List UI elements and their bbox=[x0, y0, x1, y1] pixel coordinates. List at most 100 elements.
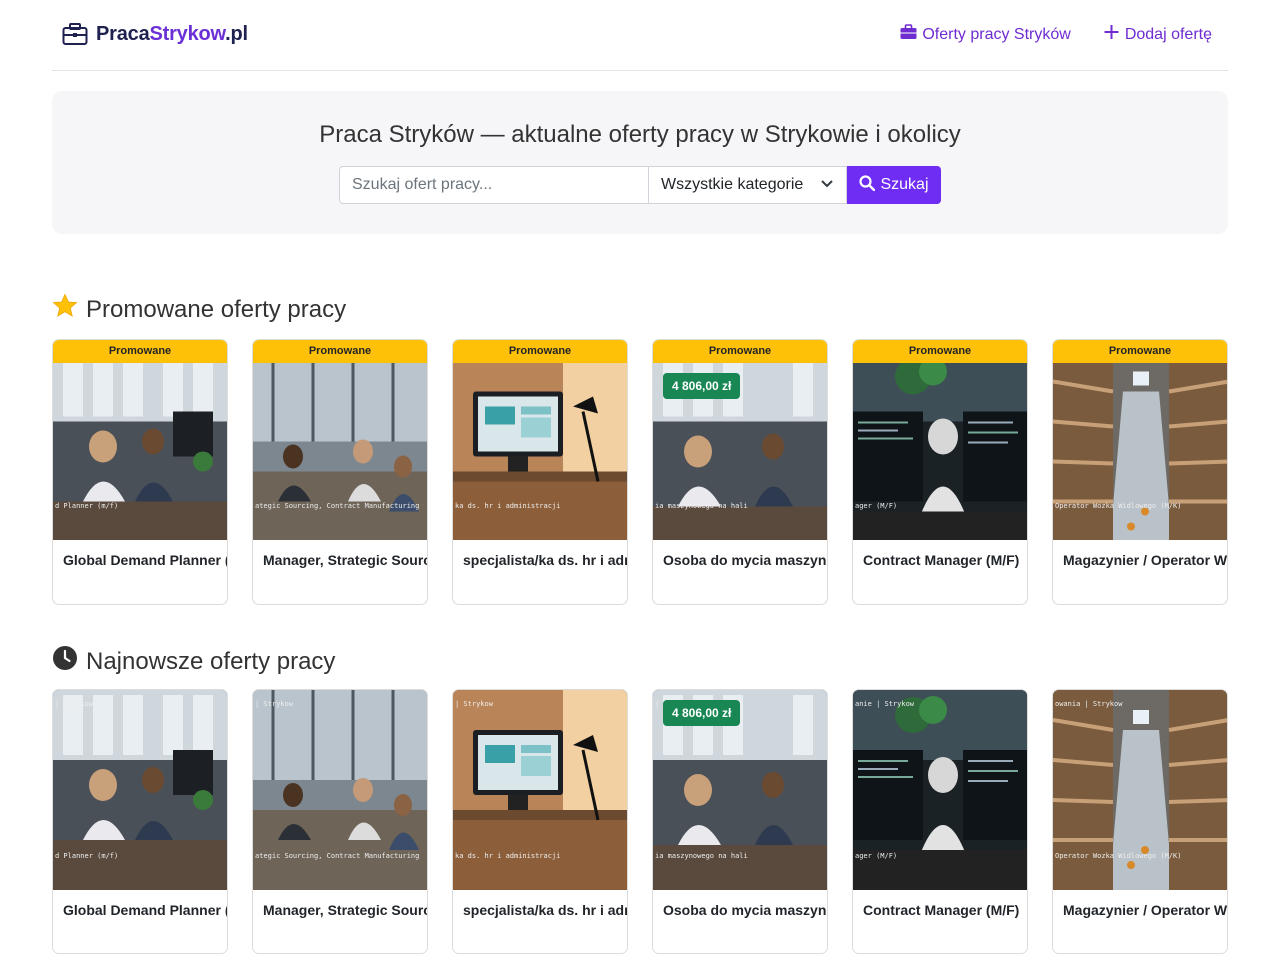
offer-title-link[interactable]: Manager, Strategic Sourcing, Contract Ma… bbox=[253, 890, 427, 930]
briefcase-icon bbox=[900, 24, 917, 45]
brand-part-3: .pl bbox=[225, 22, 248, 45]
search-icon bbox=[859, 174, 876, 196]
offer-thumbnail[interactable]: owania | Strykow Operator Wozka Widlowego… bbox=[1053, 690, 1227, 890]
search-button-label: Szukaj bbox=[880, 176, 929, 193]
thumbnail-caption: d Planner (m/f) bbox=[55, 502, 119, 510]
plus-icon bbox=[1103, 24, 1120, 45]
thumbnail-caption: d Planner (m/f) bbox=[55, 852, 119, 860]
offer-title-link[interactable]: Contract Manager (M/F) bbox=[853, 540, 1027, 580]
offer-thumbnail[interactable]: Operator Wozka Widlowego (M/K) bbox=[1053, 363, 1227, 540]
thumbnail-caption: ia maszynowego na hali bbox=[655, 502, 748, 510]
thumbnail-caption: Operator Wozka Widlowego (M/K) bbox=[1055, 502, 1182, 510]
offer-image bbox=[453, 363, 627, 540]
thumbnail-caption: ia maszynowego na hali bbox=[655, 852, 748, 860]
offer-title-link[interactable]: Global Demand Planner (m/f) bbox=[53, 540, 227, 580]
offer-image bbox=[453, 690, 627, 890]
promoted-offer-card[interactable]: Promowane ka ds. hr i administracji specj… bbox=[452, 339, 628, 605]
offer-thumbnail[interactable]: d Planner (m/f) bbox=[53, 363, 227, 540]
brand-part-2: Strykow bbox=[149, 22, 226, 45]
promoted-offers-list: Promowane d Planner (m/f) Global Demand P… bbox=[52, 339, 1228, 605]
offer-title-link[interactable]: Contract Manager (M/F) bbox=[853, 890, 1027, 930]
promoted-offer-card[interactable]: Promowane ategic Sourcing, Contract Manu… bbox=[252, 339, 428, 605]
latest-offer-card[interactable]: | Strykow ka ds. hr i administracji specja… bbox=[452, 689, 628, 954]
hero-search-panel: Praca Stryków — aktualne oferty pracy w … bbox=[52, 91, 1228, 234]
nav-job-offers-label: Oferty pracy Stryków bbox=[922, 25, 1071, 43]
briefcase-logo-icon bbox=[62, 22, 88, 46]
latest-title-text: Najnowsze oferty pracy bbox=[86, 647, 336, 675]
offer-image bbox=[53, 690, 227, 890]
thumbnail-caption: ategic Sourcing, Contract Manufacturing bbox=[255, 852, 420, 860]
thumbnail-caption: ager (M/F) bbox=[855, 852, 898, 860]
latest-offer-card[interactable]: | Strykow d Planner (m/f) Global Demand Pl… bbox=[52, 689, 228, 954]
offer-image bbox=[1053, 363, 1227, 540]
offer-thumbnail[interactable]: ia maszynowego na hali 4 806,00 zł bbox=[653, 363, 827, 540]
offer-image bbox=[253, 690, 427, 890]
promoted-offer-card[interactable]: Promowane ia maszynowego na hali 4 806,00… bbox=[652, 339, 828, 605]
offer-thumbnail[interactable]: anie | Strykow ager (M/F) bbox=[853, 690, 1027, 890]
offer-title-link[interactable]: Magazynier / Operator Wózka Widłowego (M… bbox=[1053, 540, 1227, 580]
search-input[interactable] bbox=[339, 166, 648, 204]
offer-thumbnail[interactable]: | Strykowia maszynowego na hali4 806,00 … bbox=[653, 690, 827, 890]
navbar: PracaStrykow.pl Oferty pracy Stryków Dod… bbox=[52, 0, 1228, 71]
category-select[interactable]: Wszystkie kategorie bbox=[648, 166, 847, 204]
nav-links: Oferty pracy Stryków Dodaj ofertę bbox=[900, 24, 1212, 45]
promoted-offer-card[interactable]: Promowane Operator Wozka Widlowego (M/K)… bbox=[1052, 339, 1228, 605]
thumbnail-location-caption: anie | Strykow bbox=[855, 700, 915, 708]
promoted-title-text: Promowane oferty pracy bbox=[86, 295, 347, 323]
offer-image bbox=[1053, 690, 1227, 890]
offer-image bbox=[53, 363, 227, 540]
brand-part-1: Praca bbox=[96, 22, 150, 45]
thumbnail-caption: Operator Wozka Widlowego (M/K) bbox=[1055, 852, 1182, 860]
thumbnail-location-caption: owania | Strykow bbox=[1055, 700, 1123, 708]
category-select-value: Wszystkie kategorie bbox=[661, 176, 804, 193]
salary-badge: 4 806,00 zł bbox=[663, 700, 741, 726]
promoted-badge: Promowane bbox=[453, 340, 627, 363]
promoted-badge: Promowane bbox=[1053, 340, 1227, 363]
salary-badge: 4 806,00 zł bbox=[663, 373, 741, 399]
clock-icon bbox=[52, 645, 78, 678]
offer-title-link[interactable]: Osoba do mycia maszynowego na hali bbox=[653, 540, 827, 580]
thumbnail-location-caption: | Strykow bbox=[255, 700, 293, 708]
thumbnail-caption: ka ds. hr i administracji bbox=[455, 502, 561, 510]
latest-offers-list: | Strykow d Planner (m/f) Global Demand Pl… bbox=[52, 689, 1228, 954]
nav-add-offer-link[interactable]: Dodaj ofertę bbox=[1103, 24, 1212, 45]
promoted-badge: Promowane bbox=[653, 340, 827, 363]
nav-job-offers-link[interactable]: Oferty pracy Stryków bbox=[900, 24, 1071, 45]
offer-image bbox=[853, 690, 1027, 890]
promoted-section-title: Promowane oferty pracy bbox=[52, 293, 346, 326]
search-form: Wszystkie kategorie Szukaj bbox=[339, 166, 941, 204]
search-button[interactable]: Szukaj bbox=[847, 166, 941, 204]
offer-thumbnail[interactable]: ager (M/F) bbox=[853, 363, 1027, 540]
thumbnail-location-caption: | Strykow bbox=[455, 700, 493, 708]
promoted-offer-card[interactable]: Promowane ager (M/F) Contract Manager (M/… bbox=[852, 339, 1028, 605]
offer-thumbnail[interactable]: ategic Sourcing, Contract Manufacturing bbox=[253, 363, 427, 540]
thumbnail-caption: ategic Sourcing, Contract Manufacturing bbox=[255, 502, 420, 510]
offer-thumbnail[interactable]: | Strykow d Planner (m/f) bbox=[53, 690, 227, 890]
offer-image bbox=[853, 363, 1027, 540]
offer-title-link[interactable]: specjalista/ka ds. hr i administracji bbox=[453, 540, 627, 580]
brand-name: PracaStrykow.pl bbox=[96, 23, 248, 46]
offer-image bbox=[253, 363, 427, 540]
offer-title-link[interactable]: Magazynier / Operator Wózka Widłowego (M… bbox=[1053, 890, 1227, 930]
star-icon bbox=[52, 293, 78, 326]
offer-thumbnail[interactable]: ka ds. hr i administracji bbox=[453, 363, 627, 540]
nav-add-offer-label: Dodaj ofertę bbox=[1124, 25, 1212, 43]
offer-title-link[interactable]: Global Demand Planner (m/f) bbox=[53, 890, 227, 930]
offer-title-link[interactable]: specjalista/ka ds. hr i administracji bbox=[453, 890, 627, 930]
latest-section-title: Najnowsze oferty pracy bbox=[52, 645, 335, 678]
latest-offer-card[interactable]: owania | Strykow Operator Wozka Widlowego… bbox=[1052, 689, 1228, 954]
promoted-badge: Promowane bbox=[253, 340, 427, 363]
offer-thumbnail[interactable]: | Strykow ategic Sourcing, Contract Manuf… bbox=[253, 690, 427, 890]
latest-offer-card[interactable]: anie | Strykow ager (M/F) Contract Manager… bbox=[852, 689, 1028, 954]
promoted-offer-card[interactable]: Promowane d Planner (m/f) Global Demand P… bbox=[52, 339, 228, 605]
latest-offer-card[interactable]: | Strykow ategic Sourcing, Contract Manuf… bbox=[252, 689, 428, 954]
offer-title-link[interactable]: Manager, Strategic Sourcing, Contract Ma… bbox=[253, 540, 427, 580]
offer-thumbnail[interactable]: | Strykow ka ds. hr i administracji bbox=[453, 690, 627, 890]
latest-offer-card[interactable]: | Strykowia maszynowego na hali4 806,00 … bbox=[652, 689, 828, 954]
thumbnail-caption: ka ds. hr i administracji bbox=[455, 852, 561, 860]
offer-title-link[interactable]: Osoba do mycia maszynowego na hali bbox=[653, 890, 827, 930]
thumbnail-caption: ager (M/F) bbox=[855, 502, 898, 510]
chevron-down-icon bbox=[820, 176, 834, 194]
brand-logo[interactable]: PracaStrykow.pl bbox=[62, 22, 248, 46]
thumbnail-location-caption: | Strykow bbox=[55, 700, 93, 708]
